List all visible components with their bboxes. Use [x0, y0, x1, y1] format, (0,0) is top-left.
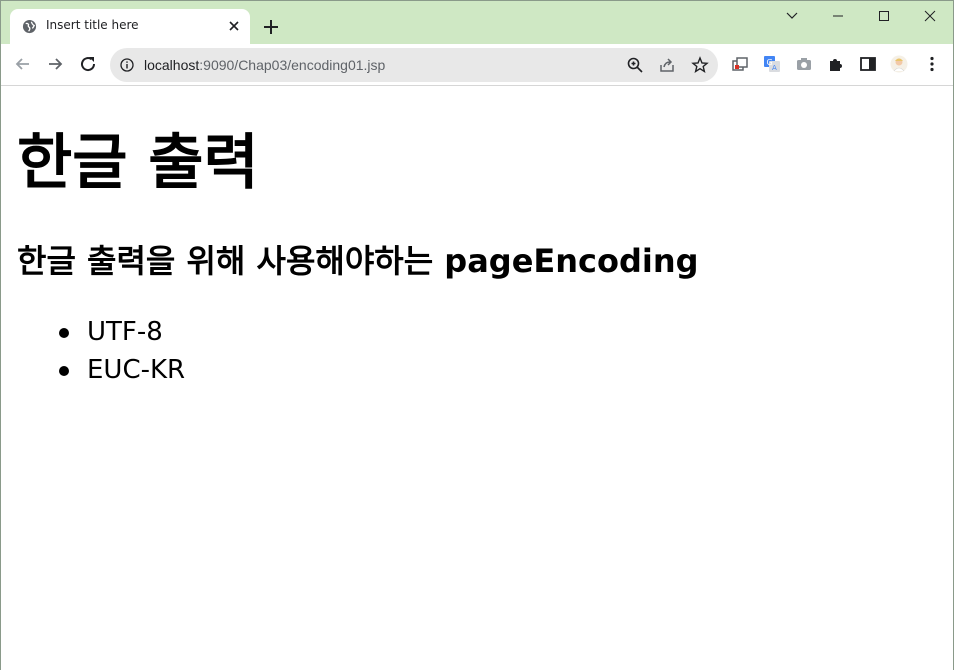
page-subheading: 한글 출력을 위해 사용해야하는 pageEncoding — [17, 242, 699, 280]
list-item-label: UTF-8 — [87, 317, 163, 347]
bookmark-star-icon[interactable] — [691, 56, 709, 74]
screen-capture-icon[interactable] — [731, 55, 749, 73]
bullet — [59, 366, 69, 376]
side-panel-icon[interactable] — [859, 55, 877, 73]
extensions-puzzle-icon[interactable] — [827, 55, 845, 73]
minimize-button[interactable] — [815, 5, 861, 29]
bullet — [59, 328, 69, 338]
tab-close-icon[interactable] — [226, 18, 242, 34]
new-tab-icon[interactable] — [262, 18, 280, 36]
info-icon[interactable] — [120, 58, 134, 72]
page-content: 한글 출력 한글 출력을 위해 사용해야하는 pageEncoding UTF-… — [1, 87, 953, 670]
list-item-label: EUC-KR — [87, 355, 186, 385]
encoding-list: UTF-8 EUC-KR — [57, 313, 185, 389]
minimize-icon — [833, 15, 843, 17]
maximize-button[interactable] — [861, 5, 907, 29]
url-path: :9090/Chap03/encoding01.jsp — [199, 57, 386, 73]
browser-window: Insert title here localhost:9090/Chap03/… — [0, 0, 954, 670]
list-item: EUC-KR — [57, 351, 185, 389]
tab-search-button[interactable] — [769, 5, 815, 29]
page-heading: 한글 출력 — [17, 128, 259, 198]
reload-icon[interactable] — [78, 54, 98, 74]
url-host: localhost — [144, 57, 200, 73]
chevron-down-icon — [786, 12, 798, 19]
browser-toolbar: localhost:9090/Chap03/encoding01.jsp G A — [1, 44, 953, 86]
tab-strip: Insert title here — [1, 1, 953, 44]
address-bar[interactable]: localhost:9090/Chap03/encoding01.jsp — [110, 48, 718, 82]
url-text[interactable]: localhost:9090/Chap03/encoding01.jsp — [144, 57, 385, 73]
translate-icon[interactable]: G A — [763, 55, 781, 73]
maximize-icon — [879, 11, 889, 21]
browser-tab[interactable]: Insert title here — [10, 9, 250, 44]
profile-avatar-icon[interactable] — [890, 55, 908, 73]
menu-kebab-icon[interactable] — [923, 55, 941, 73]
close-window-button[interactable] — [907, 5, 953, 29]
list-item: UTF-8 — [57, 313, 185, 351]
back-icon[interactable] — [13, 54, 33, 74]
globe-icon — [22, 19, 37, 34]
share-icon[interactable] — [658, 56, 676, 74]
camera-icon[interactable] — [795, 55, 813, 73]
zoom-icon[interactable] — [626, 56, 644, 74]
svg-text:A: A — [772, 64, 777, 72]
tab-title: Insert title here — [46, 18, 139, 32]
forward-icon[interactable] — [45, 54, 65, 74]
close-icon — [924, 10, 936, 22]
